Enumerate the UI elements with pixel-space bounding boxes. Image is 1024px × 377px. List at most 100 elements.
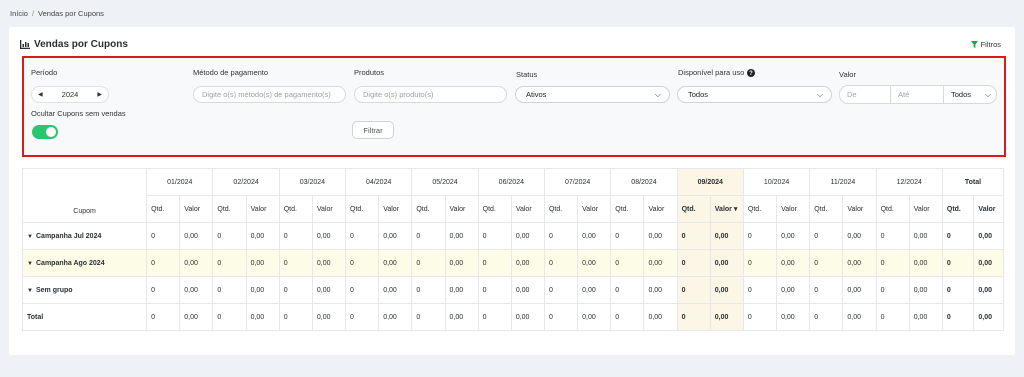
value-cell: 0,00	[378, 303, 413, 331]
breadcrumb-home[interactable]: Início	[10, 9, 28, 18]
chevron-down-icon: ⌵	[654, 89, 661, 99]
value-cell: 0,00	[245, 303, 280, 331]
value-cell: 0,00	[179, 249, 214, 277]
qty-header[interactable]: Qtd.	[477, 195, 512, 223]
value-cell: 0,00	[179, 276, 214, 304]
value-cell: 0,00	[378, 276, 413, 304]
page-title-text: Vendas por Cupons	[34, 39, 128, 50]
value-cell: 0,00	[842, 276, 877, 304]
value-header[interactable]: Valor ▾	[709, 195, 744, 223]
breadcrumb: Início / Vendas por Cupons	[10, 9, 104, 18]
qty-header[interactable]: Qtd.	[610, 195, 645, 223]
row-label-cell[interactable]: ▼ Sem grupo	[21, 276, 148, 304]
value-cell: 0,00	[444, 303, 479, 331]
qty-cell: 0	[212, 222, 247, 250]
value-cell: 0,00	[709, 276, 744, 304]
value-label: Valor	[839, 70, 856, 79]
row-label-cell: Total	[21, 303, 148, 331]
value-cell: 0,00	[378, 249, 413, 277]
value-header[interactable]: Valor	[179, 195, 214, 223]
period-label: Período	[31, 68, 58, 77]
qty-cell: 0	[610, 249, 645, 277]
available-select-value: Todos	[688, 90, 709, 99]
value-to-input[interactable]: Até	[891, 86, 944, 103]
available-select[interactable]: Todos ⌵	[677, 86, 832, 103]
qty-cell: 0	[809, 303, 844, 331]
value-header[interactable]: Valor	[444, 195, 479, 223]
value-mode-select[interactable]: Todos ⌵	[944, 86, 996, 103]
qty-cell: 0	[610, 276, 645, 304]
filter-icon	[970, 41, 978, 48]
qty-header[interactable]: Qtd.	[345, 195, 380, 223]
qty-cell: 0	[345, 222, 380, 250]
qty-cell: 0	[875, 276, 910, 304]
filter-panel: Período ◀ 2024 ▶ Método de pagamento Dig…	[22, 56, 1006, 157]
value-header[interactable]: Valor	[908, 195, 943, 223]
expand-caret-icon[interactable]: ▼	[27, 288, 36, 294]
chart-icon	[20, 40, 30, 49]
value-cell: 0,00	[643, 303, 678, 331]
value-cell: 0,00	[510, 249, 545, 277]
value-header[interactable]: Valor	[577, 195, 612, 223]
value-cell: 0,00	[444, 276, 479, 304]
qty-cell: 0	[345, 303, 380, 331]
value-cell: 0,00	[444, 249, 479, 277]
products-label: Produtos	[354, 68, 385, 77]
qty-header[interactable]: Qtd.	[411, 195, 446, 223]
filters-toggle-link[interactable]: Filtros	[970, 40, 1001, 49]
value-from-input[interactable]: De	[840, 86, 891, 103]
payment-method-label: Método de pagamento	[193, 68, 269, 77]
next-year-icon[interactable]: ▶	[97, 91, 102, 98]
qty-header[interactable]: Qtd.	[875, 195, 910, 223]
total-qty-header[interactable]: Qtd.	[941, 195, 975, 223]
value-header[interactable]: Valor	[510, 195, 545, 223]
value-header[interactable]: Valor	[245, 195, 280, 223]
payment-method-input[interactable]: Digite o(s) método(s) de pagamento(s)	[193, 86, 346, 103]
qty-cell: 0	[477, 222, 512, 250]
help-icon[interactable]: ?	[747, 68, 756, 77]
qty-cell: 0	[146, 276, 181, 304]
products-input[interactable]: Digite o(s) produto(s)	[354, 86, 507, 103]
value-header[interactable]: Valor	[643, 195, 678, 223]
status-select[interactable]: Ativos ⌵	[515, 86, 670, 103]
qty-header[interactable]: Qtd.	[212, 195, 247, 223]
qty-cell: 0	[146, 303, 181, 331]
value-header[interactable]: Valor	[311, 195, 347, 223]
hide-no-sales-toggle[interactable]	[32, 125, 58, 139]
coupon-sales-table: Cupom 01/2024 02/2024 03/2024 04/2024 05/2024…	[21, 168, 1005, 331]
filter-button[interactable]: Filtrar	[352, 121, 394, 139]
qty-cell: 0	[742, 249, 778, 277]
value-header[interactable]: Valor	[776, 195, 811, 223]
qty-cell: 0	[875, 249, 910, 277]
value-header[interactable]: Valor	[378, 195, 413, 223]
month-header-row: Cupom 01/2024 02/2024 03/2024 04/2024 05/2024…	[21, 168, 1005, 223]
qty-cell: 0	[676, 222, 711, 250]
month-header: 11/2024	[809, 168, 877, 196]
expand-caret-icon[interactable]: ▼	[27, 234, 36, 240]
row-label: Campanha Ago 2024	[36, 259, 105, 267]
qty-cell: 0	[345, 276, 380, 304]
row-label-cell[interactable]: ▼ Campanha Jul 2024	[21, 222, 148, 250]
value-header[interactable]: Valor	[842, 195, 877, 223]
qty-cell: 0	[345, 249, 380, 277]
available-label: Disponível para uso ?	[678, 68, 756, 77]
prev-year-icon[interactable]: ◀	[38, 91, 43, 98]
qty-cell: 0	[212, 249, 247, 277]
value-cell: 0,00	[643, 222, 678, 250]
qty-cell: 0	[875, 303, 910, 331]
qty-header[interactable]: Qtd.	[809, 195, 844, 223]
qty-header[interactable]: Qtd.	[278, 195, 313, 223]
total-header: Total	[941, 168, 1005, 196]
available-label-text: Disponível para uso	[678, 68, 745, 77]
month-header: 02/2024	[212, 168, 280, 196]
qty-header[interactable]: Qtd.	[146, 195, 181, 223]
qty-header[interactable]: Qtd.	[742, 195, 778, 223]
qty-cell: 0	[543, 222, 579, 250]
cupom-column-header[interactable]: Cupom	[21, 168, 148, 223]
qty-header[interactable]: Qtd.	[543, 195, 579, 223]
table-row: Total 0 0,00 0 0,00 0 0,00 0 0,00 0 0,00 0 0,00 0 0,00…	[21, 303, 1004, 331]
qty-header[interactable]: Qtd.	[676, 195, 711, 223]
total-value-header[interactable]: Valor	[973, 195, 1004, 223]
row-label-cell[interactable]: ▼ Campanha Ago 2024	[21, 249, 148, 277]
expand-caret-icon[interactable]: ▼	[27, 261, 36, 267]
